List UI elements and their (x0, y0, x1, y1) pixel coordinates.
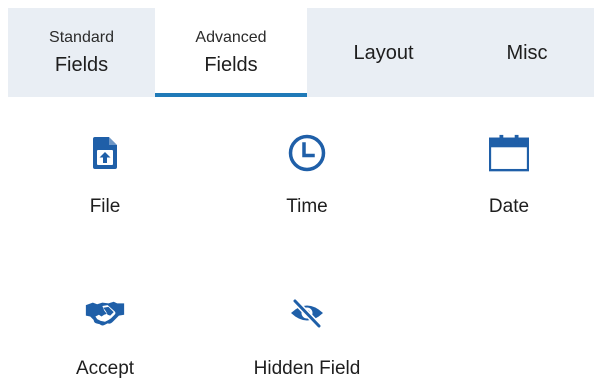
tab-standard-fields-label: Fields (54, 53, 109, 76)
tab-misc[interactable]: Misc (460, 8, 594, 97)
eye-slash-icon (287, 293, 327, 333)
field-file-label: File (89, 196, 121, 217)
field-accept[interactable]: Accept (55, 293, 155, 381)
tab-advanced-fields[interactable]: Advanced Fields (155, 8, 307, 97)
field-time[interactable]: Time (257, 133, 357, 219)
field-category-tabs: Standard Fields Advanced Fields Layout M… (8, 8, 594, 97)
handshake-icon (85, 293, 125, 333)
file-upload-icon (85, 133, 125, 173)
calendar-icon (489, 133, 529, 173)
tab-standard-fields[interactable]: Standard Fields (8, 8, 155, 97)
tab-layout[interactable]: Layout (307, 8, 460, 97)
field-file[interactable]: File (55, 133, 155, 219)
field-hidden-field-label: Hidden Field (253, 358, 361, 379)
tab-layout-label: Layout (353, 41, 414, 64)
clock-icon (287, 133, 327, 173)
tab-misc-label: Misc (506, 41, 548, 64)
field-accept-label: Accept (75, 358, 135, 379)
field-time-label: Time (286, 196, 328, 217)
field-hidden-field[interactable]: Hidden Field (236, 293, 378, 381)
field-date-label: Date (488, 196, 530, 217)
advanced-fields-grid: File Time Date Accept Hidden Field (0, 97, 594, 383)
tab-advanced-fields-top-label: Advanced (195, 28, 267, 46)
tab-standard-fields-top-label: Standard (49, 28, 114, 46)
tab-advanced-fields-label: Fields (204, 53, 258, 76)
field-date[interactable]: Date (459, 133, 559, 219)
